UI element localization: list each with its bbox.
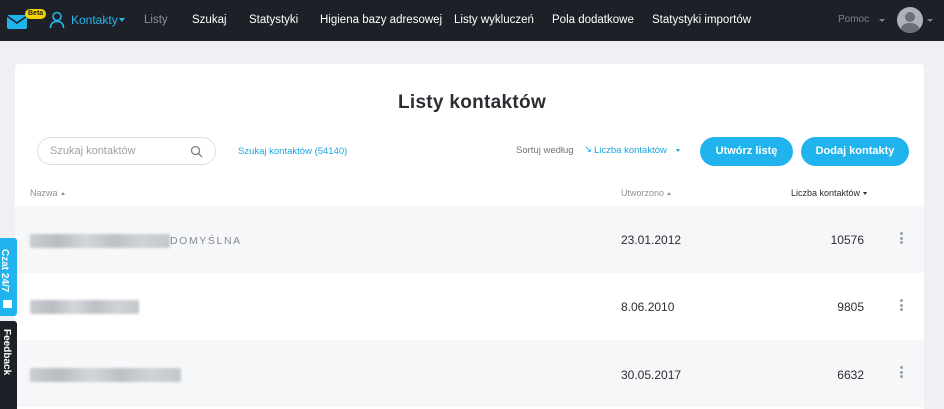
- contact-count: 10576: [830, 233, 864, 247]
- user-icon: [49, 11, 65, 29]
- page-title: Listy kontaktów: [397, 92, 547, 113]
- nav-item-lists[interactable]: Listy: [144, 13, 168, 27]
- avatar[interactable]: [897, 7, 923, 33]
- table-row[interactable]: DOMYŚLNA 23.01.2012 10576: [15, 206, 924, 273]
- chevron-down-icon[interactable]: [676, 149, 680, 152]
- sort-up-icon: [667, 192, 672, 196]
- more-options-icon[interactable]: [898, 366, 904, 380]
- chevron-down-icon[interactable]: [879, 19, 885, 22]
- feedback-tab-label[interactable]: Feedback: [1, 329, 12, 375]
- chat-bubble-icon[interactable]: [3, 300, 12, 308]
- table-row[interactable]: 30.05.2017 6632: [15, 340, 924, 407]
- list-name-redacted[interactable]: [30, 234, 170, 248]
- sort-down-icon: [863, 192, 868, 196]
- nav-item-search[interactable]: Szukaj: [192, 13, 227, 27]
- default-list-tag: DOMYŚLNA: [170, 235, 242, 247]
- nav-item-address-hygiene[interactable]: Higiena bazy adresowej: [320, 13, 442, 27]
- search-input[interactable]: Szukaj kontaktów: [37, 137, 216, 165]
- beta-badge: Beta: [25, 9, 47, 19]
- more-options-icon[interactable]: [898, 299, 904, 313]
- created-date: 30.05.2017: [621, 368, 682, 382]
- nav-item-statistics[interactable]: Statystyki: [249, 13, 298, 27]
- help-menu[interactable]: Pomoc: [838, 14, 869, 26]
- created-date: 23.01.2012: [621, 233, 682, 247]
- column-header-name[interactable]: Nazwa: [30, 188, 65, 199]
- column-header-created[interactable]: Utworzono: [621, 188, 672, 199]
- sort-direction-icon[interactable]: ↘: [584, 144, 592, 156]
- nav-item-exclusion-lists[interactable]: Listy wykluczeń: [454, 13, 534, 27]
- sort-dropdown[interactable]: Liczba kontaktów: [594, 145, 667, 157]
- list-name-redacted[interactable]: [30, 368, 181, 382]
- search-placeholder: Szukaj kontaktów: [50, 145, 136, 157]
- chevron-down-icon[interactable]: [927, 19, 933, 22]
- top-navigation: Beta Kontakty Listy Szukaj Statystyki Hi…: [0, 0, 944, 41]
- nav-item-contacts[interactable]: Kontakty: [71, 13, 118, 27]
- search-contacts-link[interactable]: Szukaj kontaktów (54140): [238, 146, 347, 158]
- contact-count: 6632: [837, 368, 864, 382]
- create-list-button[interactable]: Utwórz listę: [700, 137, 793, 166]
- add-contacts-button[interactable]: Dodaj kontakty: [801, 137, 909, 166]
- column-header-count[interactable]: Liczba kontaktów: [791, 188, 868, 199]
- search-icon[interactable]: [190, 145, 203, 158]
- table-row[interactable]: 8.06.2010 9805: [15, 273, 924, 340]
- contact-count: 9805: [837, 300, 864, 314]
- sort-label: Sortuj według: [516, 145, 574, 156]
- nav-item-import-statistics[interactable]: Statystyki importów: [652, 13, 751, 27]
- created-date: 8.06.2010: [621, 300, 675, 314]
- more-options-icon[interactable]: [898, 232, 904, 246]
- user-silhouette-icon: [900, 12, 920, 33]
- chevron-down-icon[interactable]: [119, 18, 125, 22]
- list-name-redacted[interactable]: [30, 300, 139, 314]
- chat-tab-label[interactable]: Czat 24/7: [0, 249, 10, 292]
- sort-up-icon: [60, 192, 65, 196]
- nav-item-custom-fields[interactable]: Pola dodatkowe: [552, 13, 634, 27]
